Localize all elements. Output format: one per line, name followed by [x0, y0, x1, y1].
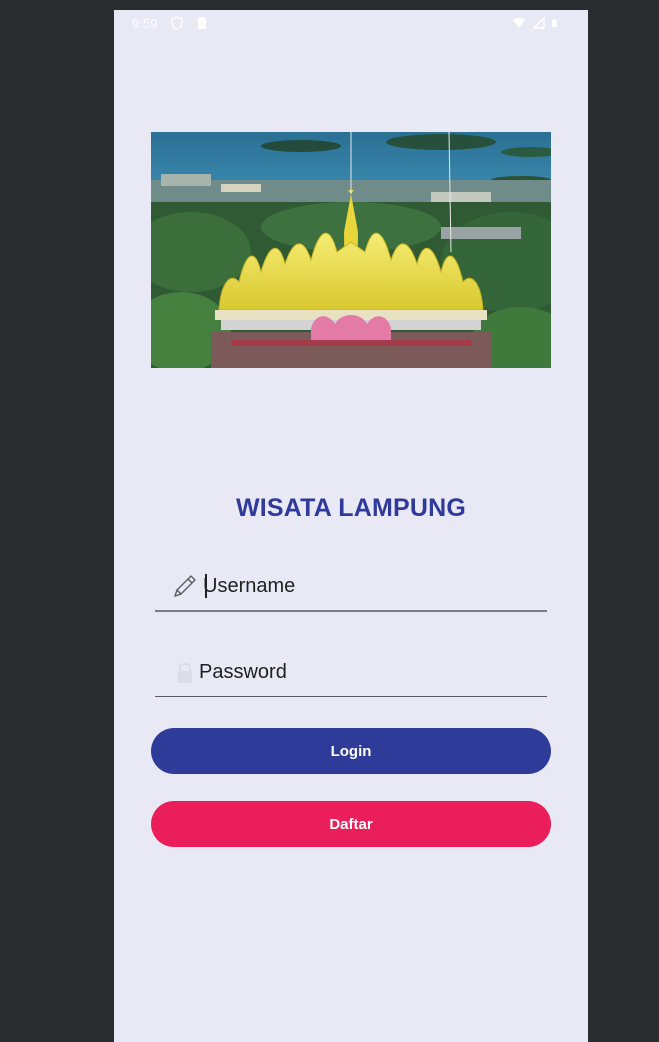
status-time: 9:59: [132, 16, 158, 31]
login-button[interactable]: Login: [151, 728, 551, 774]
status-left-icons: [170, 16, 208, 30]
status-bar: 9:59: [114, 10, 588, 38]
status-right-icons: [512, 16, 560, 30]
battery-icon: [552, 19, 557, 27]
signal-icon: [532, 16, 545, 29]
sim-card-icon: [198, 17, 206, 29]
app-title: WISATA LAMPUNG: [235, 494, 467, 522]
password-input[interactable]: [199, 656, 529, 688]
username-input[interactable]: [203, 570, 533, 602]
wifi-icon: [513, 18, 525, 28]
landmark-photo: [151, 132, 551, 368]
shield-icon: [171, 16, 183, 30]
username-field[interactable]: [155, 566, 547, 612]
daftar-button[interactable]: Daftar: [151, 801, 551, 847]
app-screen: 9:59 WISATA LAMPUNG Username Login Dafta…: [114, 10, 588, 1042]
text-caret: [205, 574, 207, 598]
hero-image: [151, 132, 551, 368]
lock-icon: [178, 663, 192, 683]
password-field[interactable]: [155, 652, 547, 697]
pencil-icon: [173, 575, 196, 598]
